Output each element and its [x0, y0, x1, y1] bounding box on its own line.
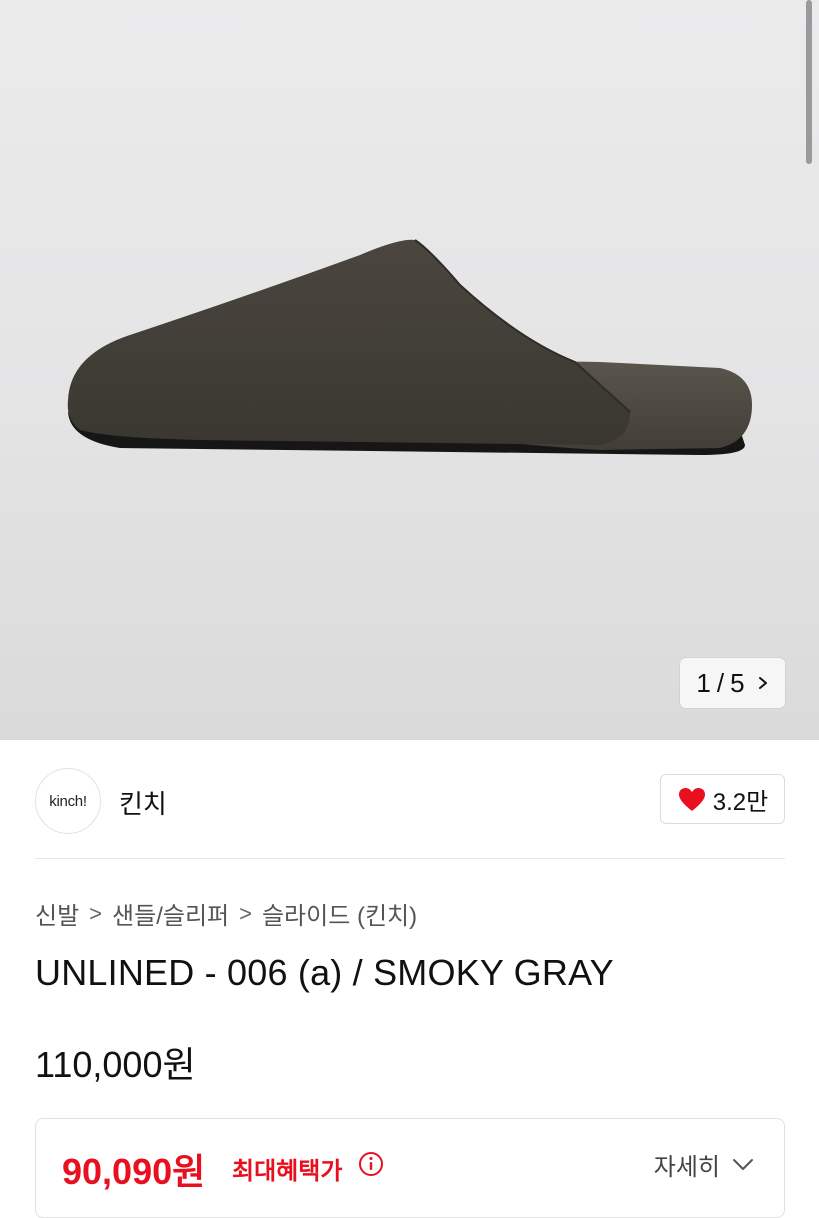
like-button[interactable]: 3.2만	[660, 774, 785, 824]
like-count: 3.2만	[712, 788, 769, 816]
detail-toggle-button[interactable]: 자세히	[654, 1147, 754, 1182]
chevron-right-icon[interactable]	[757, 677, 769, 689]
benefit-label: 최대혜택가	[232, 1158, 343, 1185]
heart-icon	[678, 788, 705, 811]
brand-logo[interactable]: kinch!	[35, 768, 101, 834]
pager-separator: /	[716, 667, 725, 698]
breadcrumb: 신발 > 샌들/슬리퍼 > 슬라이드 (킨치)	[35, 896, 417, 931]
info-circle-icon[interactable]	[358, 1151, 384, 1177]
brand-name[interactable]: 킨치	[119, 784, 167, 821]
max-benefit-panel[interactable]: 90,090원 최대혜택가 자세히	[35, 1118, 785, 1218]
pager-total: 5	[730, 667, 745, 698]
product-price: 110,000원	[35, 1044, 196, 1085]
chevron-down-icon	[733, 1158, 753, 1170]
breadcrumb-item-slides[interactable]: 슬라이드 (킨치)	[262, 896, 417, 931]
detail-toggle-label: 자세히	[653, 1154, 720, 1181]
section-divider	[35, 858, 785, 859]
product-image-gallery[interactable]: 1 / 5	[0, 0, 819, 740]
benefit-price: 90,090원	[62, 1151, 206, 1192]
pager-current: 1	[696, 667, 711, 698]
brand-logo-text: kinch!	[49, 792, 87, 810]
seller-row: kinch! 킨치 3.2만	[35, 766, 785, 836]
breadcrumb-separator: >	[89, 900, 103, 926]
breadcrumb-separator: >	[239, 900, 252, 926]
breadcrumb-item-shoes[interactable]: 신발	[35, 896, 79, 931]
product-image[interactable]	[0, 0, 819, 740]
product-title: UNLINED - 006 (a) / SMOKY GRAY	[35, 952, 614, 993]
breadcrumb-item-sandals[interactable]: 샌들/슬리퍼	[112, 896, 229, 931]
page-scrollbar[interactable]	[806, 0, 812, 164]
image-pager[interactable]: 1 / 5	[680, 658, 785, 708]
